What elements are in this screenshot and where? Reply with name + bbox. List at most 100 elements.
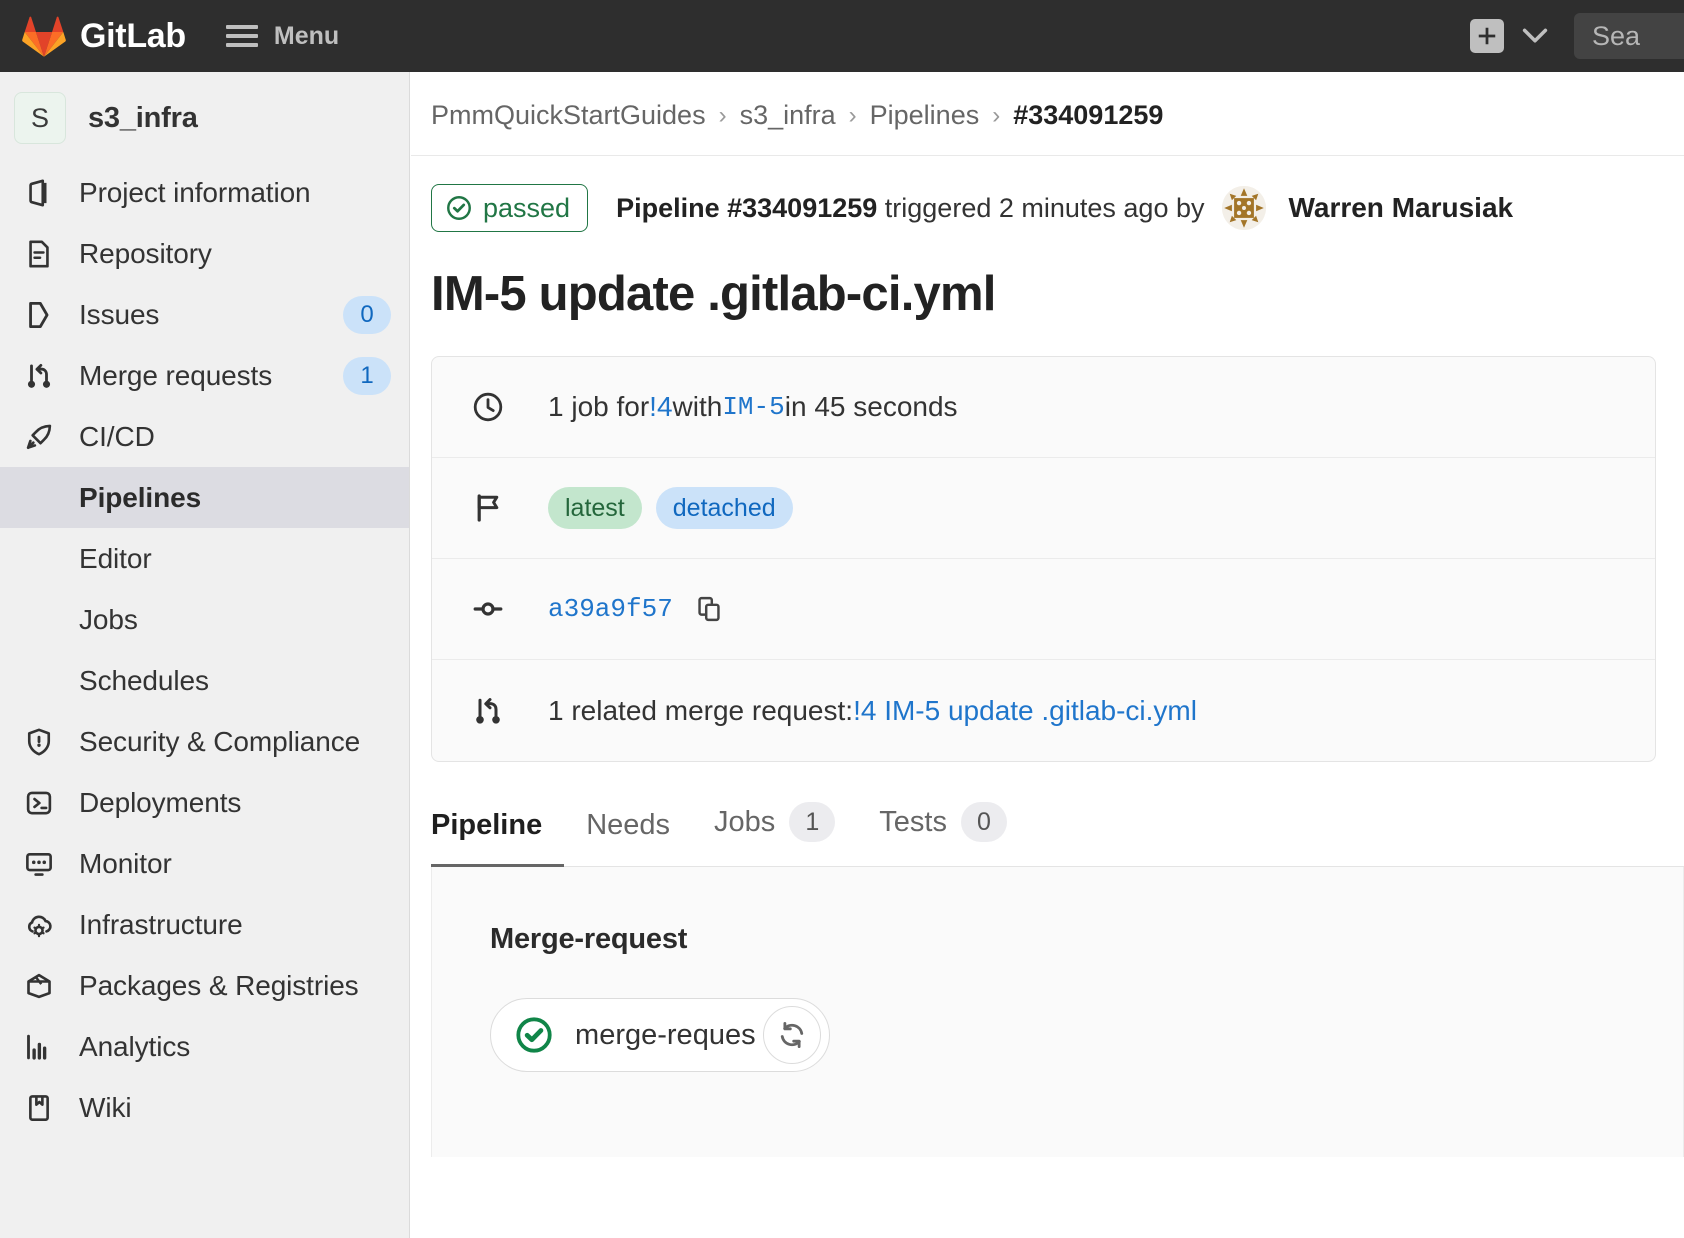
sidebar-item-label: Deployments [79, 787, 241, 819]
breadcrumb-current: #334091259 [1013, 100, 1163, 131]
sidebar-item-label: Infrastructure [79, 909, 243, 941]
sidebar-subitem-label: Jobs [79, 604, 138, 636]
tab-pipeline[interactable]: Pipeline [431, 809, 564, 867]
merge-request-icon [470, 695, 506, 727]
top-navigation-bar: GitLab Menu Sea [0, 0, 1684, 72]
sidebar-subitem-pipelines[interactable]: Pipelines [0, 467, 409, 528]
commit-sha-link[interactable]: a39a9f57 [548, 594, 673, 624]
related-merge-request-row: 1 related merge request: !4 IM-5 update … [548, 695, 1197, 727]
check-circle-icon [446, 195, 472, 221]
merge-requests-count-badge: 1 [343, 357, 391, 395]
triggering-user-name[interactable]: Warren Marusiak [1288, 192, 1513, 224]
issues-count-badge: 0 [343, 296, 391, 334]
tab-tests-count: 0 [961, 802, 1007, 842]
breadcrumb-project[interactable]: s3_infra [740, 100, 836, 131]
sidebar-subitem-schedules[interactable]: Schedules [0, 650, 409, 711]
tab-label: Pipeline [431, 809, 542, 842]
main-menu-button[interactable]: Menu [226, 22, 339, 51]
sidebar-item-issues[interactable]: Issues 0 [0, 284, 409, 345]
sidebar-item-label: Packages & Registries [79, 970, 359, 1002]
badge-latest[interactable]: latest [548, 487, 642, 529]
avatar[interactable] [1222, 186, 1266, 230]
info-row-jobs: 1 job for !4 with IM-5 in 45 seconds [432, 357, 1655, 458]
tab-tests[interactable]: Tests 0 [857, 802, 1029, 867]
sidebar-item-repository[interactable]: Repository [0, 223, 409, 284]
breadcrumb-separator-icon: › [849, 102, 857, 130]
merge-request-link[interactable]: !4 [649, 391, 672, 423]
job-name: merge-request… [575, 1019, 755, 1052]
pipeline-status-line: passed Pipeline #334091259 triggered 2 m… [411, 156, 1684, 232]
project-information-icon [22, 176, 56, 210]
chart-icon [22, 1030, 56, 1064]
sidebar-item-security-compliance[interactable]: Security & Compliance [0, 711, 409, 772]
sidebar-subitem-label: Editor [79, 543, 152, 575]
sidebar-subitem-editor[interactable]: Editor [0, 528, 409, 589]
tab-label: Jobs [714, 806, 775, 839]
retry-icon[interactable] [763, 1006, 821, 1064]
status-badge[interactable]: passed [431, 184, 588, 232]
project-header[interactable]: S s3_infra [0, 72, 409, 162]
tags-row: latest detached [548, 487, 807, 529]
sidebar-item-cicd[interactable]: CI/CD [0, 406, 409, 467]
tab-needs[interactable]: Needs [564, 809, 692, 867]
project-avatar: S [14, 92, 66, 144]
sidebar-item-deployments[interactable]: Deployments [0, 772, 409, 833]
jobs-summary-text: 1 job for !4 with IM-5 in 45 seconds [548, 391, 958, 423]
sidebar-item-analytics[interactable]: Analytics [0, 1016, 409, 1077]
sidebar-item-label: Project information [79, 177, 311, 209]
sidebar-item-label: Issues [79, 299, 159, 331]
project-name: s3_infra [88, 102, 198, 135]
rocket-icon [22, 420, 56, 454]
hamburger-icon [226, 25, 258, 47]
breadcrumb-section[interactable]: Pipelines [870, 100, 980, 131]
sidebar-item-label: Merge requests [79, 360, 272, 392]
sidebar-item-packages-registries[interactable]: Packages & Registries [0, 955, 409, 1016]
merge-request-icon [22, 359, 56, 393]
sidebar-item-monitor[interactable]: Monitor [0, 833, 409, 894]
commit-row: a39a9f57 [548, 594, 723, 624]
info-row-commit: a39a9f57 [432, 559, 1655, 660]
flag-icon [470, 492, 506, 524]
sidebar-item-project-information[interactable]: Project information [0, 162, 409, 223]
breadcrumb: PmmQuickStartGuides › s3_infra › Pipelin… [411, 72, 1684, 156]
pipeline-id-text: Pipeline #334091259 [616, 193, 877, 223]
main-content: PmmQuickStartGuides › s3_infra › Pipelin… [411, 72, 1684, 1238]
breadcrumb-group[interactable]: PmmQuickStartGuides [431, 100, 706, 131]
sidebar-item-wiki[interactable]: Wiki [0, 1077, 409, 1138]
jobs-count-text: 1 job for [548, 391, 649, 423]
sidebar-item-label: Repository [79, 238, 212, 270]
sidebar-item-label: CI/CD [79, 421, 155, 453]
sidebar-item-infrastructure[interactable]: Infrastructure [0, 894, 409, 955]
sidebar-item-label: Wiki [79, 1092, 131, 1124]
related-mr-link[interactable]: !4 IM-5 update .gitlab-ci.yml [853, 695, 1197, 727]
plus-square-icon[interactable] [1470, 19, 1504, 53]
chevron-down-icon[interactable] [1522, 28, 1548, 44]
info-row-tags: latest detached [432, 458, 1655, 559]
pipeline-tabs: Pipeline Needs Jobs 1 Tests 0 [431, 802, 1684, 867]
related-mr-label: 1 related merge request: [548, 695, 853, 727]
gitlab-logo-icon[interactable] [22, 15, 66, 57]
sidebar-subitem-jobs[interactable]: Jobs [0, 589, 409, 650]
info-row-merge-request: 1 related merge request: !4 IM-5 update … [432, 660, 1655, 761]
shield-icon [22, 725, 56, 759]
tab-jobs-count: 1 [789, 802, 835, 842]
tab-jobs[interactable]: Jobs 1 [692, 802, 857, 867]
brand-name: GitLab [80, 17, 186, 56]
sidebar-item-label: Monitor [79, 848, 172, 880]
badge-detached[interactable]: detached [656, 487, 793, 529]
copy-to-clipboard-icon[interactable] [695, 595, 723, 623]
duration-text: in 45 seconds [785, 391, 958, 423]
tab-label: Needs [586, 809, 670, 842]
breadcrumb-separator-icon: › [719, 102, 727, 130]
sidebar-subitem-label: Schedules [79, 665, 209, 697]
sidebar-item-merge-requests[interactable]: Merge requests 1 [0, 345, 409, 406]
monitor-icon [22, 847, 56, 881]
branch-link[interactable]: IM-5 [722, 392, 784, 422]
triggered-time-text: triggered 2 minutes ago by [877, 193, 1204, 223]
stage-name: Merge-request [490, 923, 1683, 956]
book-icon [22, 1091, 56, 1125]
search-input[interactable]: Sea [1574, 13, 1684, 59]
issues-icon [22, 298, 56, 332]
sidebar-item-label: Analytics [79, 1031, 190, 1063]
job-node-merge-request[interactable]: merge-request… [490, 998, 830, 1072]
